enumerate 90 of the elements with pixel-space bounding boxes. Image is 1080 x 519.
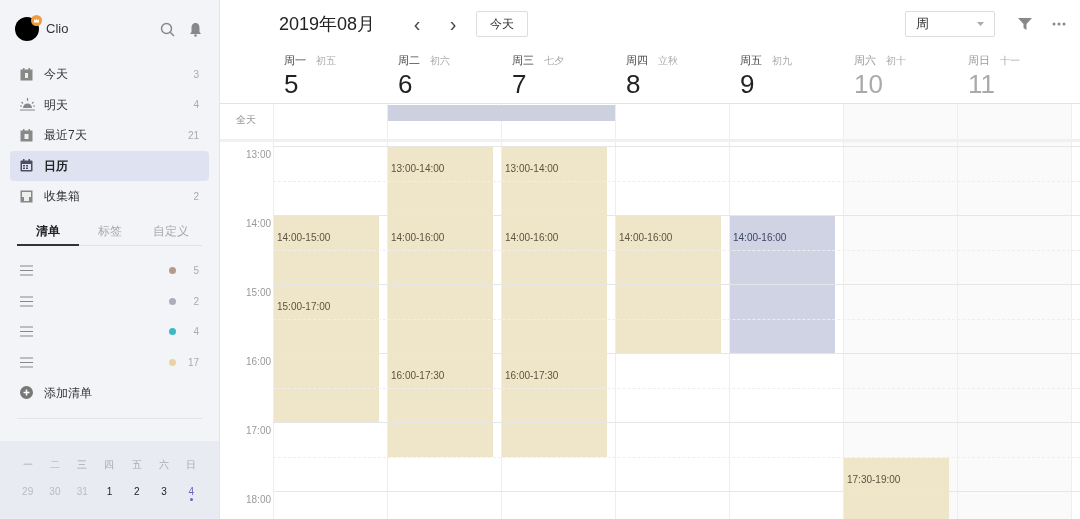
nav-label: 收集箱 [44, 188, 81, 205]
nav-item[interactable]: 明天 4 [10, 89, 209, 120]
lunar-date: 初六 [430, 54, 450, 68]
lunar-date: 初十 [886, 54, 906, 68]
inbox-icon [20, 189, 33, 203]
nav-item[interactable]: 日历 [10, 150, 209, 181]
count-label: 17 [186, 355, 199, 370]
count-label: 3 [193, 67, 199, 82]
crown-icon [31, 15, 42, 26]
caret-icon [977, 22, 984, 26]
weekday-label: 周一 [284, 53, 306, 68]
count-label: 4 [193, 98, 199, 112]
event-block[interactable]: 17:30-19:00 [844, 457, 949, 519]
weekday-label: 周五 [740, 53, 762, 68]
lunar-date: 立秋 [658, 54, 678, 68]
event-block[interactable]: 14:00-15:00 [274, 216, 379, 284]
time-label: 17:00 [246, 424, 272, 438]
day-number[interactable]: 2 [134, 484, 140, 499]
date-number: 8 [626, 68, 642, 99]
more-icon[interactable] [1052, 22, 1066, 26]
weekday-label: 三 [76, 458, 89, 472]
list-icon [20, 265, 33, 277]
previous-button[interactable]: ‹ [407, 14, 428, 34]
plus-icon [20, 386, 33, 399]
nav-item[interactable]: 今天 3 [10, 59, 209, 89]
day-number[interactable]: 3 [161, 484, 167, 499]
date-number: 7 [512, 68, 528, 99]
event-block[interactable]: 16:00-17:30 [502, 354, 607, 457]
count-label: 5 [192, 264, 199, 279]
weekday-label: 日 [185, 458, 198, 472]
bell-icon[interactable] [189, 21, 202, 37]
day-number[interactable]: 1 [106, 484, 113, 499]
search-icon[interactable] [160, 21, 175, 37]
add-list-button[interactable]: 添加清单 [10, 377, 209, 408]
view-dropdown[interactable]: 周 [905, 11, 995, 37]
all-day-label: 全天 [236, 114, 256, 125]
nav-label: 今天 [44, 66, 69, 83]
nav-item[interactable]: 最近7天 21 [10, 120, 209, 150]
count-label: 4 [192, 325, 199, 340]
list-icon [20, 356, 33, 368]
event-block[interactable]: 16:00-17:30 [388, 354, 493, 457]
month-title: 2019年08月 [279, 12, 376, 36]
weekday-label: 周四 [626, 53, 648, 68]
nav-label: 最近7天 [44, 127, 88, 144]
date-number: 6 [398, 68, 414, 99]
count-label: 21 [187, 128, 199, 143]
sidebar-tab[interactable]: 清单 [17, 217, 79, 246]
nav-label: 明天 [44, 96, 69, 114]
time-label: 18:00 [246, 493, 272, 507]
day-number[interactable]: 4 [188, 484, 195, 499]
view-label: 周 [916, 15, 930, 34]
weekday-label: 六 [158, 458, 171, 472]
count-label: 2 [192, 294, 199, 309]
weekday-label: 五 [130, 458, 143, 472]
weekday-label: 四 [103, 458, 116, 472]
event-block[interactable]: 13:00-14:00 [388, 147, 493, 215]
list-icon [20, 326, 33, 338]
weekday-label: 周二 [398, 53, 420, 68]
count-label: 2 [193, 189, 199, 204]
nav-item[interactable]: 收集箱 2 [10, 181, 209, 211]
event-block[interactable]: 14:00-16:00 [388, 216, 493, 353]
calendar-icon [20, 159, 33, 172]
filter-icon[interactable] [1018, 17, 1032, 31]
date-number: 5 [284, 68, 300, 99]
event-block[interactable]: 13:00-14:00 [502, 147, 607, 215]
nav-label: 日历 [44, 157, 69, 175]
date-number: 11 [968, 68, 996, 99]
event-block[interactable]: 14:00-16:00 [730, 216, 835, 353]
lunar-date: 初五 [316, 54, 336, 68]
time-label: 15:00 [246, 286, 272, 300]
event-block[interactable]: 14:00-16:00 [502, 216, 607, 353]
weekday-label: 周三 [512, 53, 534, 68]
event-block[interactable]: 15:00-17:00 [274, 285, 379, 422]
user-name[interactable]: Clio [46, 19, 69, 39]
list-icon [20, 295, 33, 307]
date-number: 10 [854, 68, 884, 99]
weekday-label: 周六 [854, 53, 876, 68]
weekday-label: 周日 [968, 53, 990, 68]
time-label: 14:00 [246, 217, 272, 231]
calendar-date-icon [20, 128, 33, 142]
calendar-date-icon [20, 67, 33, 81]
next-button[interactable]: › [443, 14, 464, 34]
event-block[interactable]: 14:00-16:00 [616, 216, 721, 353]
today-button[interactable]: 今天 [476, 11, 529, 37]
date-number: 9 [740, 68, 756, 99]
lunar-date: 初九 [772, 54, 792, 68]
sunrise-icon [20, 98, 35, 111]
time-label: 16:00 [246, 355, 272, 369]
lunar-date: 七夕 [544, 54, 564, 68]
time-label: 13:00 [246, 148, 272, 162]
